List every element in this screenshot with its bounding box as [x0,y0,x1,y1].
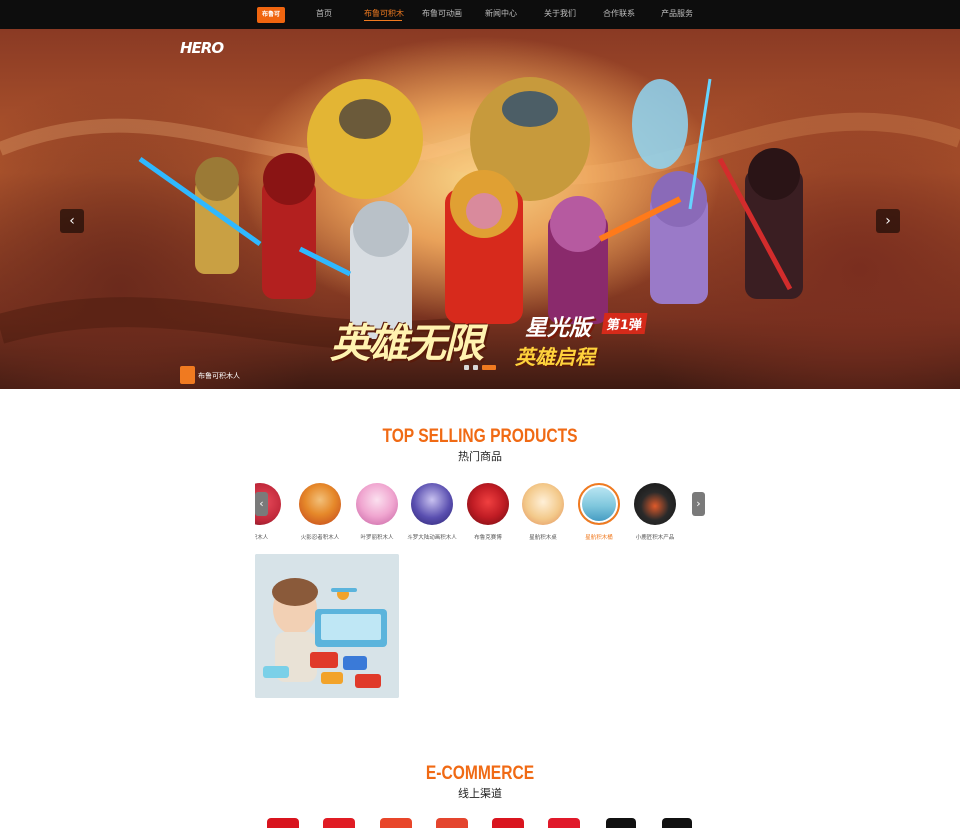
banner-prev-button[interactable]: ‹ [60,209,84,233]
product-thumbnail [522,483,564,525]
banner-slogan: 英雄启程 [515,345,595,369]
ecommerce-subtitle: 线上渠道 [458,787,502,800]
product-label: 小鹿匠积木产品 [635,535,675,541]
product-item[interactable]: 星航积木桶 [569,480,629,544]
nav-item-blocks[interactable]: 布鲁可积木 [364,8,404,19]
banner-badge: 第1弹 [601,313,648,334]
product-thumbnail [411,483,453,525]
nav-item-home[interactable]: 首页 [316,8,332,19]
product-thumbnail [356,483,398,525]
product-label: 星航积木桌 [529,535,557,541]
carousel-prev-button[interactable]: ‹ [255,492,268,516]
banner-footer-logo: 布鲁可积木人 [180,366,244,384]
figure-icon [180,366,195,384]
kuaishou-icon[interactable] [662,818,692,828]
nav-item-about[interactable]: 关于我们 [544,8,576,19]
hero-banner[interactable]: HERO 英雄无限 星光版 第1弹 英雄启程 布鲁可积木人 ‹ › [0,29,960,389]
jd-icon[interactable] [323,818,355,828]
product-label: 布鲁克赛博 [474,535,502,541]
taobao-icon[interactable] [380,818,412,828]
banner-title: 英雄无限 [330,321,484,367]
shop-icon[interactable] [548,818,580,828]
banner-brand-logo: HERO [180,39,224,57]
banner-dot-2[interactable] [473,365,478,370]
featured-product-image[interactable] [255,554,399,698]
banner-subtitle: 星光版 [525,316,592,341]
nav-item-contact[interactable]: 合作联系 [603,8,635,19]
product-thumbnail [467,483,509,525]
product-item[interactable]: 叶罗丽积木人 [347,480,407,544]
brand-logo[interactable]: 布鲁可 [257,7,285,23]
product-label: 叶罗丽积木人 [360,535,394,541]
product-thumbnail [578,483,620,525]
banner-footer-text: 布鲁可积木人 [198,372,240,380]
banner-dot-1[interactable] [464,365,469,370]
product-item[interactable]: 火影忍者积木人 [290,480,350,544]
product-carousel: 积木人 火影忍者积木人 叶罗丽积木人 斗罗大陆动画积木人 布鲁克赛博 星航积木桌… [255,480,705,544]
ecommerce-title: E-COMMERCE [425,763,535,784]
tmall-icon[interactable] [267,818,299,828]
chevron-left-icon: ‹ [69,213,75,229]
top-navbar: 布鲁可 首页 布鲁可积木 布鲁可动画 新闻中心 关于我们 合作联系 产品服务 [0,0,960,29]
product-label: 火影忍者积木人 [300,535,340,541]
product-label: 星航积木桶 [585,535,613,541]
nav-item-animation[interactable]: 布鲁可动画 [422,8,462,19]
top-selling-title: TOP SELLING PRODUCTS [382,426,578,447]
store-icon[interactable] [436,818,468,828]
carousel-next-button[interactable]: › [692,492,705,516]
product-label: 斗罗大陆动画积木人 [407,535,457,541]
product-item[interactable]: 星航积木桌 [513,480,573,544]
chevron-right-icon: › [885,213,891,229]
featured-product-illustration [255,554,399,698]
nav-item-products[interactable]: 产品服务 [661,8,693,19]
banner-next-button[interactable]: › [876,209,900,233]
product-item[interactable]: 斗罗大陆动画积木人 [402,480,462,544]
product-thumbnail [634,483,676,525]
chevron-left-icon: ‹ [259,497,264,510]
product-item[interactable]: 小鹿匠积木产品 [625,480,685,544]
product-label: 积木人 [255,535,269,541]
nav-item-news[interactable]: 新闻中心 [485,8,517,19]
douyin-icon[interactable] [606,818,636,828]
product-thumbnail [299,483,341,525]
banner-dot-3[interactable] [482,365,496,370]
nav-active-indicator [364,20,402,21]
product-item[interactable]: 布鲁克赛博 [458,480,518,544]
top-selling-subtitle: 热门商品 [458,450,502,463]
chevron-right-icon: › [696,497,701,510]
pinduoduo-icon[interactable] [492,818,524,828]
